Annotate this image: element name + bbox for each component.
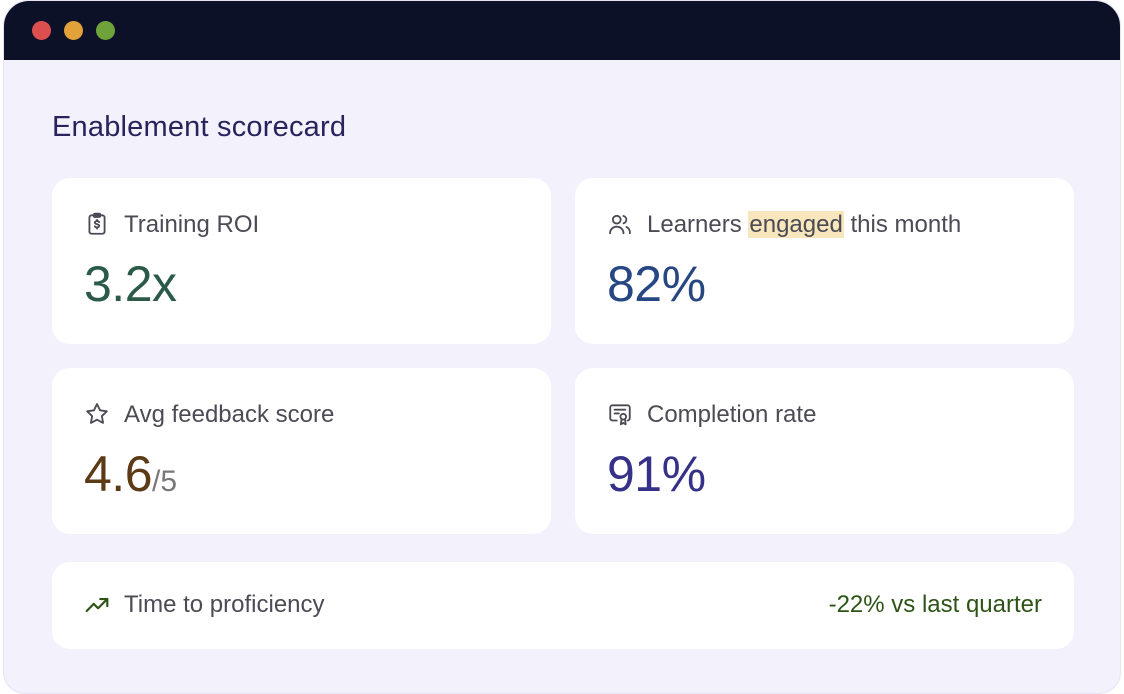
completion-rate-card: Completion rate 91% (575, 368, 1074, 534)
trending-up-icon (84, 592, 110, 618)
page-title: Enablement scorecard (52, 111, 347, 143)
feedback-score-max: /5 (152, 465, 178, 498)
proficiency-card: Time to proficiency -22% vs last quarter (52, 562, 1074, 649)
training-roi-value: 3.2x (84, 256, 177, 312)
training-roi-label: Training ROI (124, 211, 260, 238)
training-roi-card: Training ROI 3.2x (52, 178, 551, 344)
learners-engaged-card: Learners engaged this month 82% (575, 178, 1074, 344)
users-icon (607, 211, 633, 237)
close-window-button[interactable] (32, 21, 51, 40)
feedback-score-card: Avg feedback score 4.6/5 (52, 368, 551, 534)
star-icon (84, 401, 110, 427)
proficiency-label: Time to proficiency (124, 591, 325, 618)
highlighted-word: engaged (748, 211, 844, 238)
minimize-window-button[interactable] (64, 21, 83, 40)
maximize-window-button[interactable] (96, 21, 115, 40)
learners-engaged-label: Learners engaged this month (647, 208, 961, 242)
feedback-score-number: 4.6 (84, 446, 153, 502)
learners-engaged-value: 82% (607, 256, 706, 312)
feedback-score-label: Avg feedback score (124, 401, 335, 428)
proficiency-delta: -22% vs last quarter (828, 591, 1042, 618)
learners-label-suffix: this month (843, 211, 962, 238)
learners-label-prefix: Learners (647, 211, 749, 238)
feedback-score-value: 4.6/5 (84, 444, 177, 512)
certificate-icon (607, 401, 633, 427)
title-bar (4, 1, 1120, 60)
completion-rate-value: 91% (607, 446, 706, 502)
completion-rate-label: Completion rate (647, 401, 817, 428)
clipboard-dollar-icon (84, 211, 110, 237)
app-window: Enablement scorecard Training ROI 3.2x L… (3, 0, 1121, 694)
